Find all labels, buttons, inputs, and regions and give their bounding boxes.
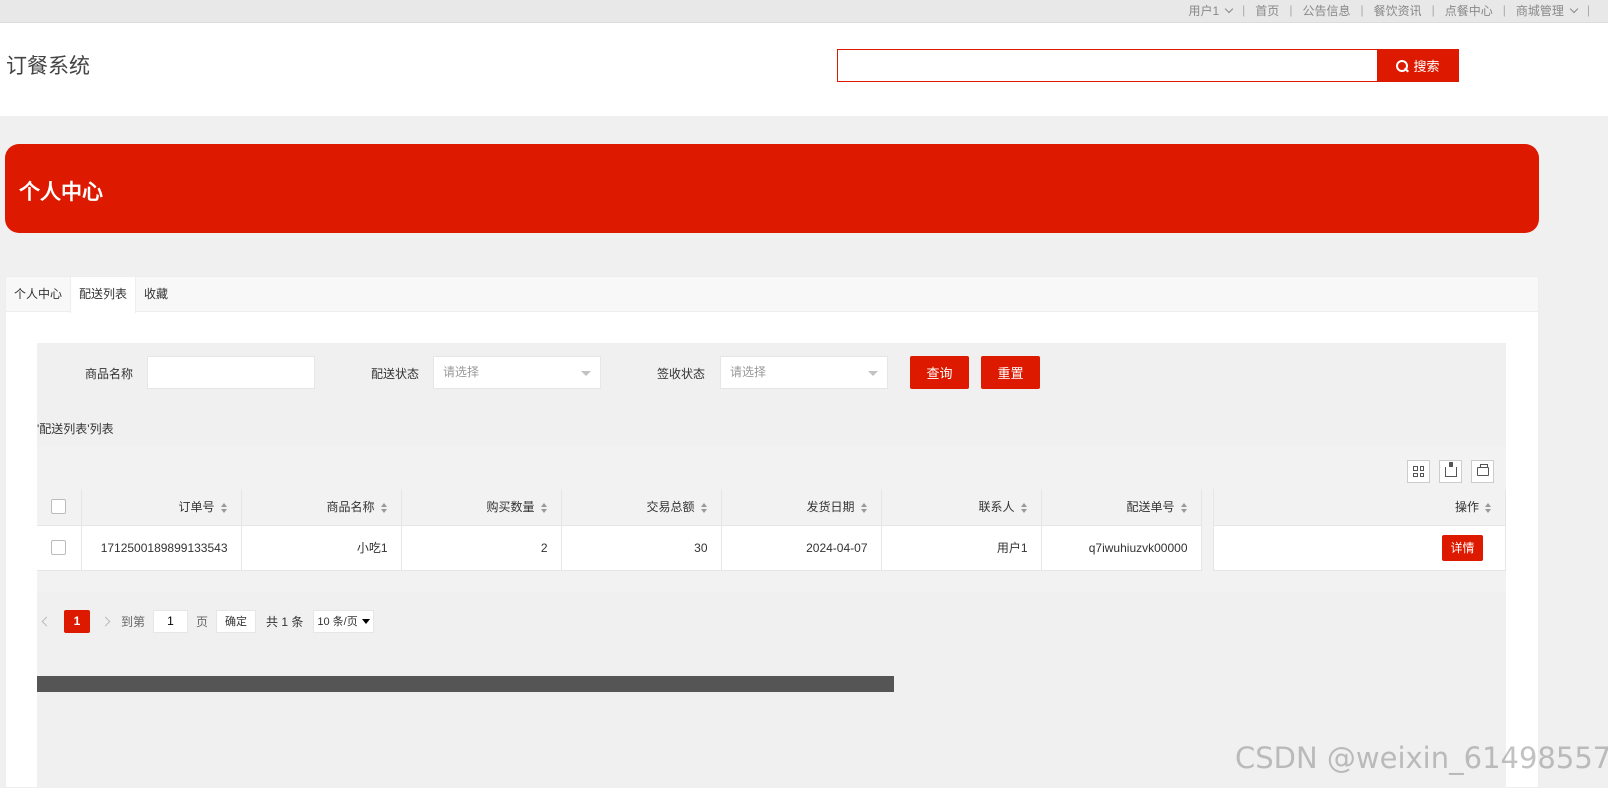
cell-quantity: 2 [401,525,562,571]
page-banner: 个人中心 [5,144,1539,233]
cell-ship-date: 2024-04-07 [721,525,882,571]
list-caption: '配送列表'列表 [37,422,114,436]
query-button[interactable]: 查询 [910,356,969,389]
sort-icon [700,502,708,514]
caret-down-icon [581,371,591,376]
header-order-no[interactable]: 订单号 [81,489,242,526]
select-all-cell [37,489,82,526]
tab-personal-center[interactable]: 个人中心 [6,277,70,312]
user-menu[interactable]: 用户1 [1188,2,1234,19]
cell-contact: 用户1 [881,525,1042,571]
current-page[interactable]: 1 [64,609,90,633]
caret-down-icon [868,371,878,376]
nav-notice[interactable]: 公告信息 [1302,2,1350,19]
list-panel: 商品名称 配送状态 请选择 签收状态 请选择 查询 重置 '配送列表'列表 订单… [37,343,1506,788]
reset-button[interactable]: 重置 [981,356,1040,389]
table-toolbar [1407,460,1494,483]
next-page-icon[interactable] [100,616,111,626]
watermark: CSDN @weixin_61498557 [1235,741,1608,775]
page-label: 页 [196,614,209,629]
row-select-cell [37,525,82,571]
sort-icon [1180,502,1188,514]
header-product-name[interactable]: 商品名称 [241,489,402,526]
horizontal-scrollbar[interactable] [37,676,894,692]
select-all-checkbox[interactable] [51,499,67,515]
header: 订餐系统 搜索 [0,23,1608,116]
goto-label: 到第 [121,614,146,629]
data-table: 订单号 商品名称 购买数量 交易总额 发货日期 联系人 配送单号 1712500… [37,489,1202,571]
nav-food-news[interactable]: 餐饮资讯 [1374,2,1422,19]
top-bar: 用户1 | 首页 | 公告信息 | 餐饮资讯 | 点餐中心 | 商城管理 | [0,0,1608,23]
product-name-label: 商品名称 [85,367,134,381]
delivery-status-label: 配送状态 [371,367,420,381]
caret-down-icon [361,618,370,624]
delivery-status-select[interactable]: 请选择 [433,356,601,389]
goto-page-input[interactable] [153,609,189,633]
data-table-area: 订单号 商品名称 购买数量 交易总额 发货日期 联系人 配送单号 1712500… [37,447,1506,692]
cell-operation: 详情 [1213,525,1506,571]
sort-icon [1020,502,1028,514]
header-delivery-no[interactable]: 配送单号 [1041,489,1202,526]
cell-order-no: 1712500189899133543 [81,525,242,571]
pagination: 1 到第 页 确定 共 1 条 10 条/页 [37,609,374,633]
sort-icon [380,502,388,514]
sort-icon [220,502,228,514]
sort-icon [1485,502,1492,514]
table-row: 1712500189899133543 小吃1 2 30 2024-04-07 … [37,525,1202,571]
site-logo: 订餐系统 [6,55,90,78]
goto-confirm-button[interactable]: 确定 [216,609,257,633]
prev-page-icon[interactable] [41,616,52,626]
table-header-row: 订单号 商品名称 购买数量 交易总额 发货日期 联系人 配送单号 [37,489,1202,526]
print-icon [1476,464,1489,476]
print-button[interactable] [1471,460,1494,483]
grid-icon [1413,466,1424,477]
operation-column: 操作 详情 [1213,489,1506,571]
header-operation[interactable]: 操作 [1213,489,1506,526]
header-total-amount[interactable]: 交易总额 [561,489,722,526]
total-count: 共 1 条 [266,614,304,629]
search-input[interactable] [837,49,1378,82]
export-button[interactable] [1439,460,1462,483]
header-contact[interactable]: 联系人 [881,489,1042,526]
product-name-input[interactable] [147,356,315,389]
tab-favorites[interactable]: 收藏 [136,277,176,312]
search-button[interactable]: 搜索 [1377,49,1459,82]
sort-icon [860,502,868,514]
cell-product-name: 小吃1 [241,525,402,571]
cell-total-amount: 30 [561,525,722,571]
header-ship-date[interactable]: 发货日期 [721,489,882,526]
nav-mall[interactable]: 商城管理 [1516,2,1579,19]
page-title: 个人中心 [19,181,103,204]
top-nav: 用户1 | 首页 | 公告信息 | 餐饮资讯 | 点餐中心 | 商城管理 | [1188,2,1590,19]
tab-delivery-list[interactable]: 配送列表 [70,277,137,313]
cell-delivery-no: q7iwuhiuzvk00000 [1041,525,1202,571]
receipt-status-label: 签收状态 [657,367,706,381]
export-icon [1444,461,1457,477]
nav-order-center[interactable]: 点餐中心 [1445,2,1493,19]
search-icon [1396,59,1409,72]
columns-filter-button[interactable] [1407,460,1430,483]
tab-bar: 个人中心 配送列表 收藏 [6,277,1538,313]
receipt-status-select[interactable]: 请选择 [720,356,888,389]
sort-icon [540,502,548,514]
header-quantity[interactable]: 购买数量 [401,489,562,526]
row-checkbox[interactable] [51,540,67,556]
detail-button[interactable]: 详情 [1442,534,1483,561]
nav-home[interactable]: 首页 [1255,2,1279,19]
page-size-select[interactable]: 10 条/页 [313,609,374,633]
